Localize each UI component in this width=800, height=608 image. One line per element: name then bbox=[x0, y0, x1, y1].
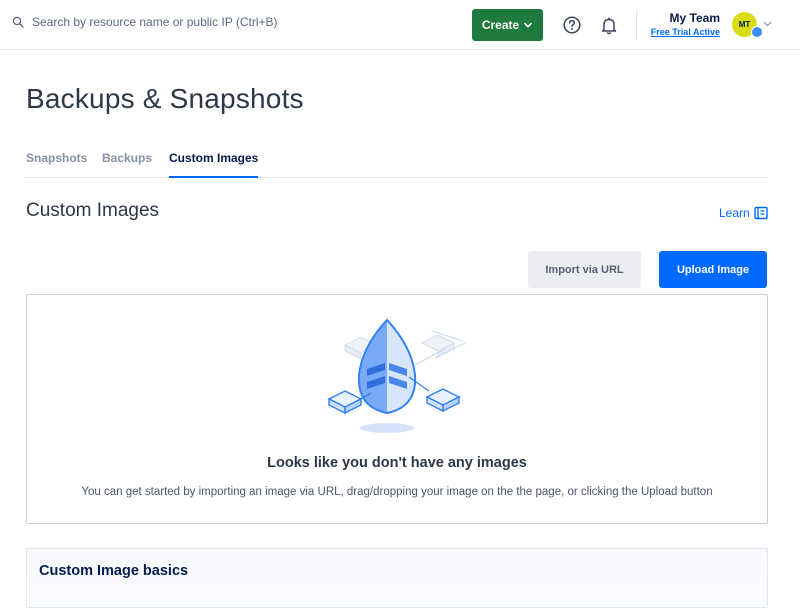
header-divider bbox=[636, 10, 637, 40]
top-bar: Create My Team Free Trial Active MT bbox=[0, 0, 800, 50]
create-button-label: Create bbox=[481, 18, 520, 32]
tab-backups[interactable]: Backups bbox=[102, 150, 152, 178]
learn-label: Learn bbox=[719, 206, 750, 220]
account-chevron-down-icon[interactable] bbox=[763, 19, 772, 28]
help-icon bbox=[563, 16, 581, 34]
team-name: My Team bbox=[669, 11, 720, 25]
section-title: Custom Images bbox=[26, 200, 160, 221]
empty-state-panel: Looks like you don't have any images You… bbox=[26, 294, 768, 524]
free-trial-link[interactable]: Free Trial Active bbox=[640, 26, 720, 39]
page-title: Backups & Snapshots bbox=[26, 83, 304, 114]
basics-title: Custom Image basics bbox=[39, 563, 189, 579]
search-input[interactable] bbox=[32, 15, 332, 29]
tab-snapshots[interactable]: Snapshots bbox=[26, 150, 87, 178]
avatar-status-badge-icon bbox=[751, 26, 763, 38]
search-icon bbox=[12, 16, 24, 28]
learn-link[interactable]: Learn bbox=[719, 206, 768, 220]
book-icon bbox=[754, 206, 768, 220]
team-info: My Team Free Trial Active bbox=[640, 11, 720, 39]
empty-state-title: Looks like you don't have any images bbox=[267, 455, 527, 471]
custom-image-basics-card: Custom Image basics bbox=[26, 548, 768, 608]
import-via-url-button[interactable]: Import via URL bbox=[528, 251, 641, 288]
chevron-down-icon bbox=[524, 22, 533, 28]
help-button[interactable] bbox=[561, 14, 583, 36]
avatar-initials: MT bbox=[738, 20, 751, 29]
bell-icon bbox=[601, 17, 617, 34]
tab-bar: Snapshots Backups Custom Images bbox=[26, 150, 768, 178]
notifications-button[interactable] bbox=[598, 14, 620, 36]
search-bar[interactable] bbox=[12, 15, 332, 29]
tab-custom-images[interactable]: Custom Images bbox=[169, 150, 259, 178]
upload-image-button[interactable]: Upload Image bbox=[659, 251, 767, 288]
empty-state-description: You can get started by importing an imag… bbox=[81, 486, 713, 498]
create-button[interactable]: Create bbox=[472, 9, 543, 41]
droplet-illustration-icon bbox=[327, 318, 466, 433]
